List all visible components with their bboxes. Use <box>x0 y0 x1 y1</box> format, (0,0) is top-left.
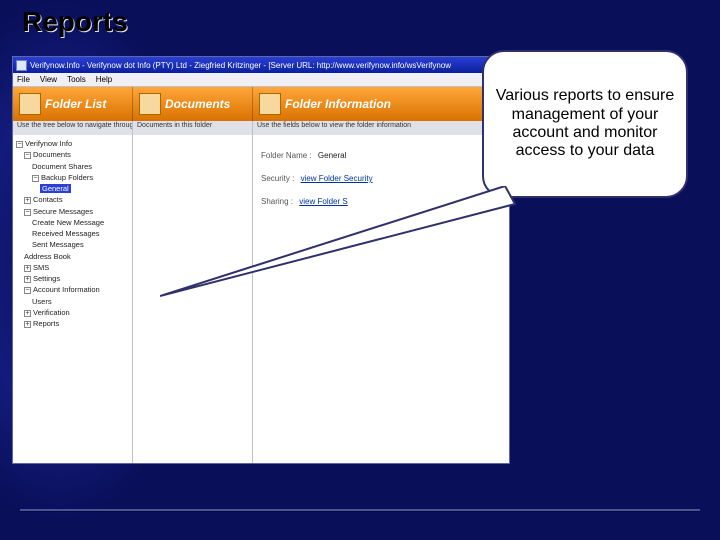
expand-icon[interactable]: + <box>24 310 31 317</box>
tree-backup-folders[interactable]: −Backup Folders General <box>32 172 131 195</box>
tree-settings[interactable]: +Settings <box>24 273 131 284</box>
tree-label: Settings <box>33 274 60 283</box>
collapse-icon[interactable]: − <box>24 152 31 159</box>
tree-documents[interactable]: −Documents Document Shares −Backup Folde… <box>24 149 131 194</box>
menu-view[interactable]: View <box>40 75 57 84</box>
panel-header-label: Documents <box>165 97 230 111</box>
sharing-row: Sharing : view Folder S <box>261 197 501 206</box>
tree-label: Verifynow Info <box>25 139 72 148</box>
expand-icon[interactable]: + <box>24 265 31 272</box>
page-title: Reports <box>22 6 128 38</box>
panel-header-label: Folder Information <box>285 97 391 111</box>
tree-label: Documents <box>33 150 71 159</box>
tree-label: Reports <box>33 319 59 328</box>
security-row: Security : view Folder Security <box>261 174 501 183</box>
info-hint: Use the fields below to view the folder … <box>253 121 509 135</box>
tree-label-selected: General <box>40 184 71 193</box>
tree-account-information[interactable]: −Account Information Users <box>24 284 131 307</box>
tree-label: Address Book <box>24 252 71 261</box>
panel-header-folder-information: Folder Information <box>253 87 509 121</box>
folder-tree[interactable]: −Verifynow Info −Documents Document Shar… <box>13 135 133 463</box>
view-folder-security-link[interactable]: view Folder Security <box>301 174 373 183</box>
security-label: Security : <box>261 174 294 183</box>
folder-name-label: Folder Name : <box>261 151 312 160</box>
sharing-label: Sharing : <box>261 197 293 206</box>
folder-name-row: Folder Name : General <box>261 151 501 160</box>
tree-label: Create New Message <box>32 218 104 227</box>
collapse-icon[interactable]: − <box>24 287 31 294</box>
tree-label: Sent Messages <box>32 240 84 249</box>
window-titlebar[interactable]: Verifynow.Info - Verifynow dot Info (PTY… <box>13 57 509 73</box>
tree-received-messages[interactable]: Received Messages <box>32 228 131 239</box>
tree-general[interactable]: General <box>40 183 131 194</box>
collapse-icon[interactable]: − <box>32 175 39 182</box>
panel-header-documents: Documents <box>133 87 253 121</box>
tree-document-shares[interactable]: Document Shares <box>32 161 131 172</box>
tree-create-new-message[interactable]: Create New Message <box>32 217 131 228</box>
tree-verification[interactable]: +Verification <box>24 307 131 318</box>
view-folder-sharing-link[interactable]: view Folder S <box>299 197 347 206</box>
tree-label: Secure Messages <box>33 207 93 216</box>
tree-label: SMS <box>33 263 49 272</box>
tree-label: Contacts <box>33 195 63 204</box>
panel-header-label: Folder List <box>45 97 106 111</box>
callout-bubble: Various reports to ensure management of … <box>482 50 688 198</box>
expand-icon[interactable]: + <box>24 197 31 204</box>
docs-hint: Documents in this folder <box>133 121 253 135</box>
collapse-icon[interactable]: − <box>24 209 31 216</box>
panel-header-folder-list: Folder List <box>13 87 133 121</box>
callout-text: Various reports to ensure management of … <box>494 87 676 161</box>
tree-reports[interactable]: +Reports <box>24 318 131 329</box>
folders-icon <box>19 93 41 115</box>
tree-contacts[interactable]: +Contacts <box>24 194 131 205</box>
panel-headers: Folder List Documents Folder Information <box>13 87 509 121</box>
tree-label: Users <box>32 297 52 306</box>
app-icon <box>16 60 27 71</box>
tree-sms[interactable]: +SMS <box>24 262 131 273</box>
expand-icon[interactable]: + <box>24 321 31 328</box>
tree-label: Received Messages <box>32 229 100 238</box>
slide-divider <box>20 509 700 512</box>
folder-name-value: General <box>318 151 346 160</box>
window-title-text: Verifynow.Info - Verifynow dot Info (PTY… <box>30 61 451 70</box>
documents-icon <box>139 93 161 115</box>
tree-label: Document Shares <box>32 162 92 171</box>
panel-subheaders: Use the tree below to navigate through a… <box>13 121 509 135</box>
menubar: File View Tools Help <box>13 73 509 87</box>
tree-label: Backup Folders <box>41 173 93 182</box>
tree-sent-messages[interactable]: Sent Messages <box>32 239 131 250</box>
documents-pane[interactable] <box>133 135 253 463</box>
folder-information-pane: Folder Name : General Security : view Fo… <box>253 135 509 463</box>
menu-help[interactable]: Help <box>96 75 112 84</box>
collapse-icon[interactable]: − <box>16 141 23 148</box>
app-window: Verifynow.Info - Verifynow dot Info (PTY… <box>12 56 510 464</box>
tree-secure-messages[interactable]: −Secure Messages Create New Message Rece… <box>24 206 131 251</box>
tree-address-book[interactable]: Address Book <box>24 251 131 262</box>
panes: −Verifynow Info −Documents Document Shar… <box>13 135 509 463</box>
tree-users[interactable]: Users <box>32 296 131 307</box>
expand-icon[interactable]: + <box>24 276 31 283</box>
tree-root[interactable]: −Verifynow Info −Documents Document Shar… <box>16 138 131 329</box>
tree-label: Account Information <box>33 285 100 294</box>
menu-tools[interactable]: Tools <box>67 75 86 84</box>
menu-file[interactable]: File <box>17 75 30 84</box>
tree-label: Verification <box>33 308 70 317</box>
folder-info-icon <box>259 93 281 115</box>
tree-hint: Use the tree below to navigate through a… <box>13 121 133 135</box>
